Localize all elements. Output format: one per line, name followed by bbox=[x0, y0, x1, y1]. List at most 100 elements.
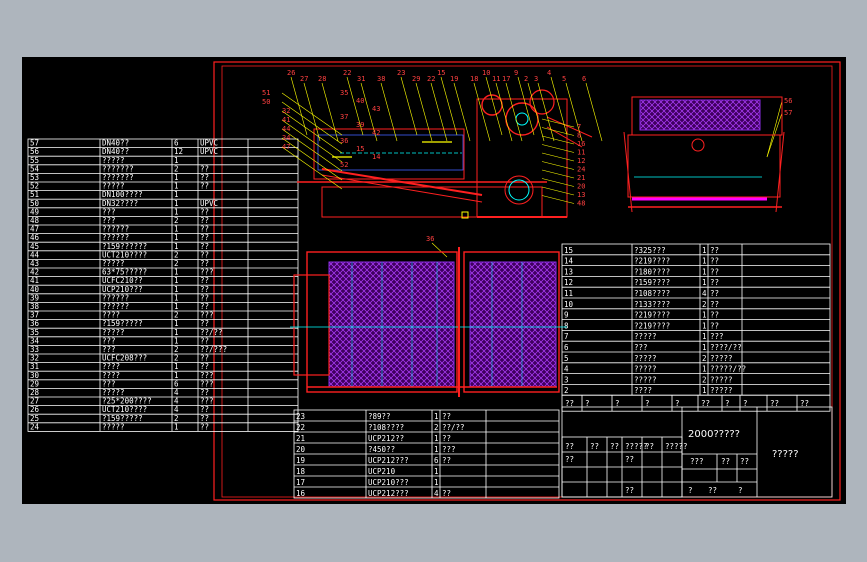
callout-number: 44 bbox=[282, 125, 290, 133]
callout-number: 56 bbox=[784, 97, 792, 105]
bom-material: ?? bbox=[710, 311, 719, 320]
sig-label: ?? bbox=[565, 442, 574, 451]
bom-table-mid: 23 ?89?? 1 ?? 22 ?108???? 2 ??/?? 21 UCP212?? 1 ?? 2… bbox=[293, 409, 560, 499]
callout-number: 6 bbox=[582, 75, 586, 83]
bom-qty: 1 bbox=[702, 332, 707, 341]
signature-grid: ???????????????????????? bbox=[561, 436, 688, 498]
bom-qty: 2 bbox=[702, 300, 707, 309]
bom-material: UPVC bbox=[200, 147, 218, 156]
bom-no: 21 bbox=[296, 434, 305, 443]
callout-number: 24 bbox=[577, 166, 585, 174]
callout-number: 40 bbox=[356, 97, 364, 105]
callout-number: 17 bbox=[502, 75, 510, 83]
bom-qty: 1 bbox=[702, 386, 707, 395]
bom-qty: 1 bbox=[702, 321, 707, 330]
callout-number: 26 bbox=[287, 69, 295, 77]
bom-material: ??? bbox=[442, 445, 456, 454]
bom-material: ????/?? bbox=[710, 343, 742, 352]
bom-qty: 6 bbox=[434, 456, 439, 465]
bom-material: ?? bbox=[442, 434, 451, 443]
tb-cell-5: ?? bbox=[708, 486, 717, 495]
bom-qty: 1 bbox=[434, 478, 439, 487]
callout-number: 31 bbox=[357, 75, 365, 83]
bom-material: ?? bbox=[200, 422, 209, 431]
callout-number: 39 bbox=[356, 121, 364, 129]
bom-qty: 1 bbox=[174, 422, 179, 431]
bom-qty: 1 bbox=[702, 246, 707, 255]
bom-qty: 1 bbox=[434, 434, 439, 443]
callout-number: 3 bbox=[534, 75, 538, 83]
sig-label: ?? bbox=[610, 442, 619, 451]
bom-no: 17 bbox=[296, 478, 305, 487]
callout-number: 22 bbox=[343, 69, 351, 77]
callout-number: 28 bbox=[318, 75, 326, 83]
bom-qty: 1 bbox=[702, 365, 707, 374]
bom-name: ?108???? bbox=[368, 423, 404, 432]
bom-no: 5 bbox=[564, 354, 569, 363]
sig-label: ?? bbox=[590, 442, 599, 451]
bom-name: ????? bbox=[634, 332, 657, 341]
bom-no: 9 bbox=[564, 311, 569, 320]
bom-no: 2 bbox=[564, 386, 569, 395]
tb-cell-3: ?? bbox=[740, 457, 749, 466]
callout-number: 34 bbox=[282, 134, 290, 142]
bom-material: ??/?? bbox=[442, 423, 465, 432]
callout-number: 36 bbox=[426, 235, 434, 243]
callout-number: 29 bbox=[412, 75, 420, 83]
bom-name: UCP210 bbox=[368, 467, 396, 476]
callout-number: 5 bbox=[562, 75, 566, 83]
callout-number: 10 bbox=[482, 69, 490, 77]
tb-cell-4: ? bbox=[688, 486, 693, 495]
callout-number: 43 bbox=[372, 105, 380, 113]
bom-name: ?219???? bbox=[634, 311, 670, 320]
callout-number: 21 bbox=[577, 174, 585, 182]
bom-material: ?? bbox=[442, 489, 451, 498]
sig-label: ?? bbox=[625, 455, 634, 464]
bom-no: 19 bbox=[296, 456, 305, 465]
bom-no: 14 bbox=[564, 257, 574, 266]
callout-number: 9 bbox=[514, 69, 518, 77]
callout-number: 19 bbox=[450, 75, 458, 83]
bom-qty: 2 bbox=[702, 354, 707, 363]
bom-no: 3 bbox=[564, 375, 569, 384]
bom-no: 8 bbox=[564, 321, 569, 330]
bom-material: ?? bbox=[710, 300, 719, 309]
bom-qty: 4 bbox=[702, 289, 707, 298]
bom-name: ?219???? bbox=[634, 257, 670, 266]
bom-name: ?159???? bbox=[634, 278, 670, 287]
bom-material: ?? bbox=[710, 289, 719, 298]
bom-no: 23 bbox=[296, 412, 305, 421]
callout-number: 15 bbox=[356, 145, 364, 153]
callout-number: 48 bbox=[577, 200, 585, 208]
bom-material: ?? bbox=[710, 267, 719, 276]
bom-material: ?? bbox=[200, 182, 209, 191]
sig-label: ?? bbox=[565, 455, 574, 464]
callout-number: 2 bbox=[524, 75, 528, 83]
callout-number: 37 bbox=[340, 113, 348, 121]
bom-no: 22 bbox=[296, 423, 305, 432]
bom-name: ?180???? bbox=[634, 267, 670, 276]
bom-name: ?219???? bbox=[634, 321, 670, 330]
company-name: ????? bbox=[772, 449, 799, 460]
bom-material: ?????/?? bbox=[710, 365, 746, 374]
bom-name: ?325??? bbox=[634, 246, 666, 255]
bom-name: ????? bbox=[634, 354, 657, 363]
bom-name: UCP212??? bbox=[368, 489, 409, 498]
bom-material: ?? bbox=[710, 246, 719, 255]
bom-qty: 4 bbox=[434, 489, 439, 498]
callout-number: 7 bbox=[577, 123, 581, 131]
bom-qty: 1 bbox=[702, 257, 707, 266]
bom-qty: 1 bbox=[434, 445, 439, 454]
callout-number: 22 bbox=[427, 75, 435, 83]
cad-drawing: 57 DN40?? 6 UPVC56 DN40?? 12 UPVC55????? 154???… bbox=[27, 61, 841, 501]
bom-no: 4 bbox=[564, 365, 569, 374]
callout-number: 20 bbox=[577, 183, 585, 191]
callout-number: 27 bbox=[300, 75, 308, 83]
bom-material: ?? bbox=[710, 257, 719, 266]
bom-name: ????? bbox=[102, 422, 125, 431]
callout-number: 38 bbox=[377, 75, 385, 83]
callout-number: 41 bbox=[282, 116, 290, 124]
callout-number: 52 bbox=[340, 161, 348, 169]
bom-material: ????? bbox=[710, 386, 733, 395]
bom-qty: 2 bbox=[434, 423, 439, 432]
